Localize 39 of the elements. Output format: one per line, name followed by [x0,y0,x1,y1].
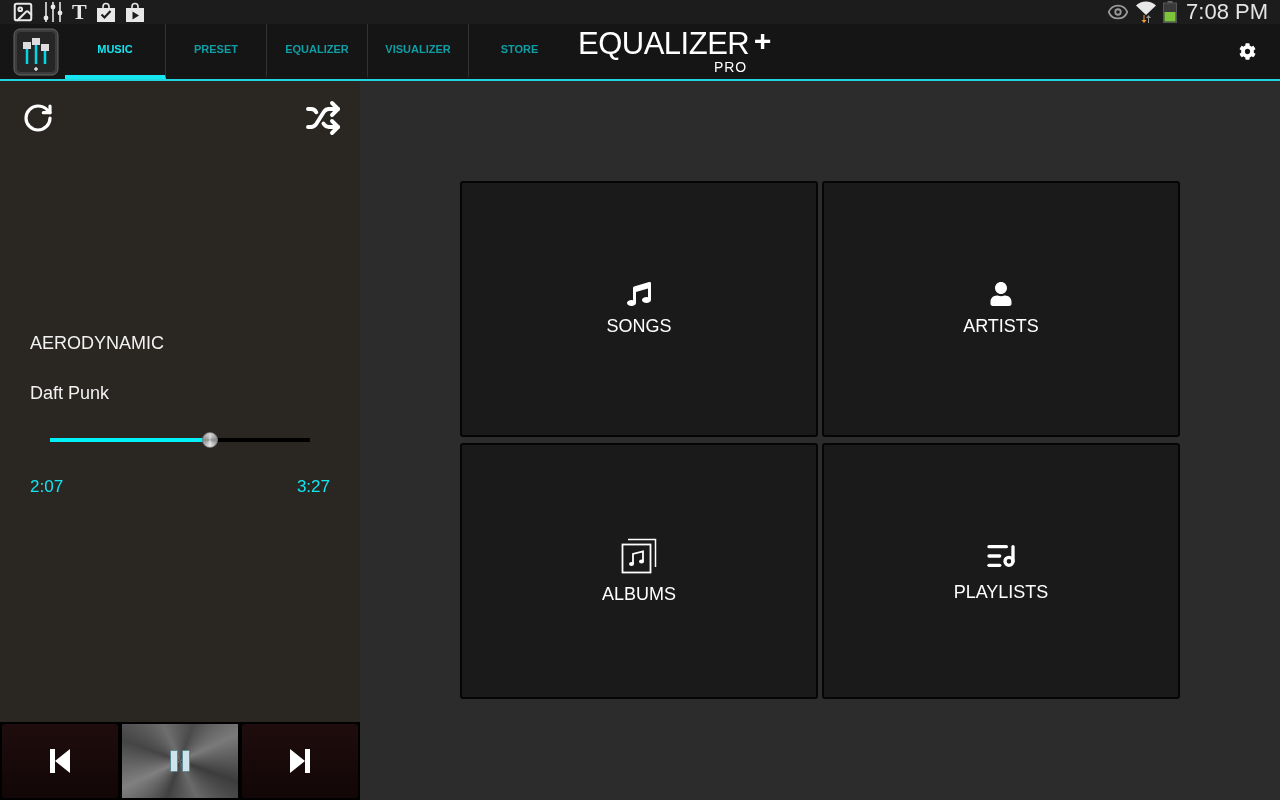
repeat-icon[interactable] [22,102,54,134]
battery-icon [1163,1,1178,23]
nav-tab[interactable]: PRESET [166,24,267,79]
previous-button[interactable] [2,724,118,798]
tile-label: SONGS [606,315,672,337]
skip-forward-icon [290,749,310,773]
library-tile[interactable]: PLAYLISTS [822,443,1180,699]
shuffle-icon[interactable] [305,100,341,136]
library-tile[interactable]: SONGS [460,181,818,437]
tile-label: ARTISTS [963,315,1039,337]
sliders-icon [43,1,63,23]
song-title: AERODYNAMIC [30,332,164,354]
settings-icon[interactable] [1239,43,1256,60]
albums-icon [621,537,657,574]
image-icon [12,1,34,23]
elapsed-time: 2:07 [30,477,64,497]
total-time: 3:27 [296,477,330,497]
tile-label: PLAYLISTS [953,581,1049,603]
logo-plus: + [753,28,771,54]
library-tile[interactable]: ARTISTS [822,181,1180,437]
pause-button[interactable] [122,724,238,798]
library-tile[interactable]: ALBUMS [460,443,818,699]
person-icon [989,281,1013,306]
skip-back-icon [50,749,70,773]
artist-name: Daft Punk [30,382,110,404]
news-glyph: T [72,1,87,23]
next-button[interactable] [242,724,358,798]
nav-tab[interactable]: STORE [469,24,570,79]
app-icon[interactable] [13,27,59,76]
pause-icon [170,750,190,772]
wifi-icon [1135,1,1158,23]
music-note-icon [627,281,651,306]
nav-tab[interactable]: EQUALIZER [267,24,368,79]
tile-label: ALBUMS [602,583,676,605]
logo-edition: PRO [713,60,748,75]
clock-time: 7:08 PM [1186,0,1268,24]
nav-tab[interactable]: VISUALIZER [368,24,469,79]
logo-wordmark: EQUALIZER [578,28,750,60]
slider-thumb[interactable] [201,432,218,448]
